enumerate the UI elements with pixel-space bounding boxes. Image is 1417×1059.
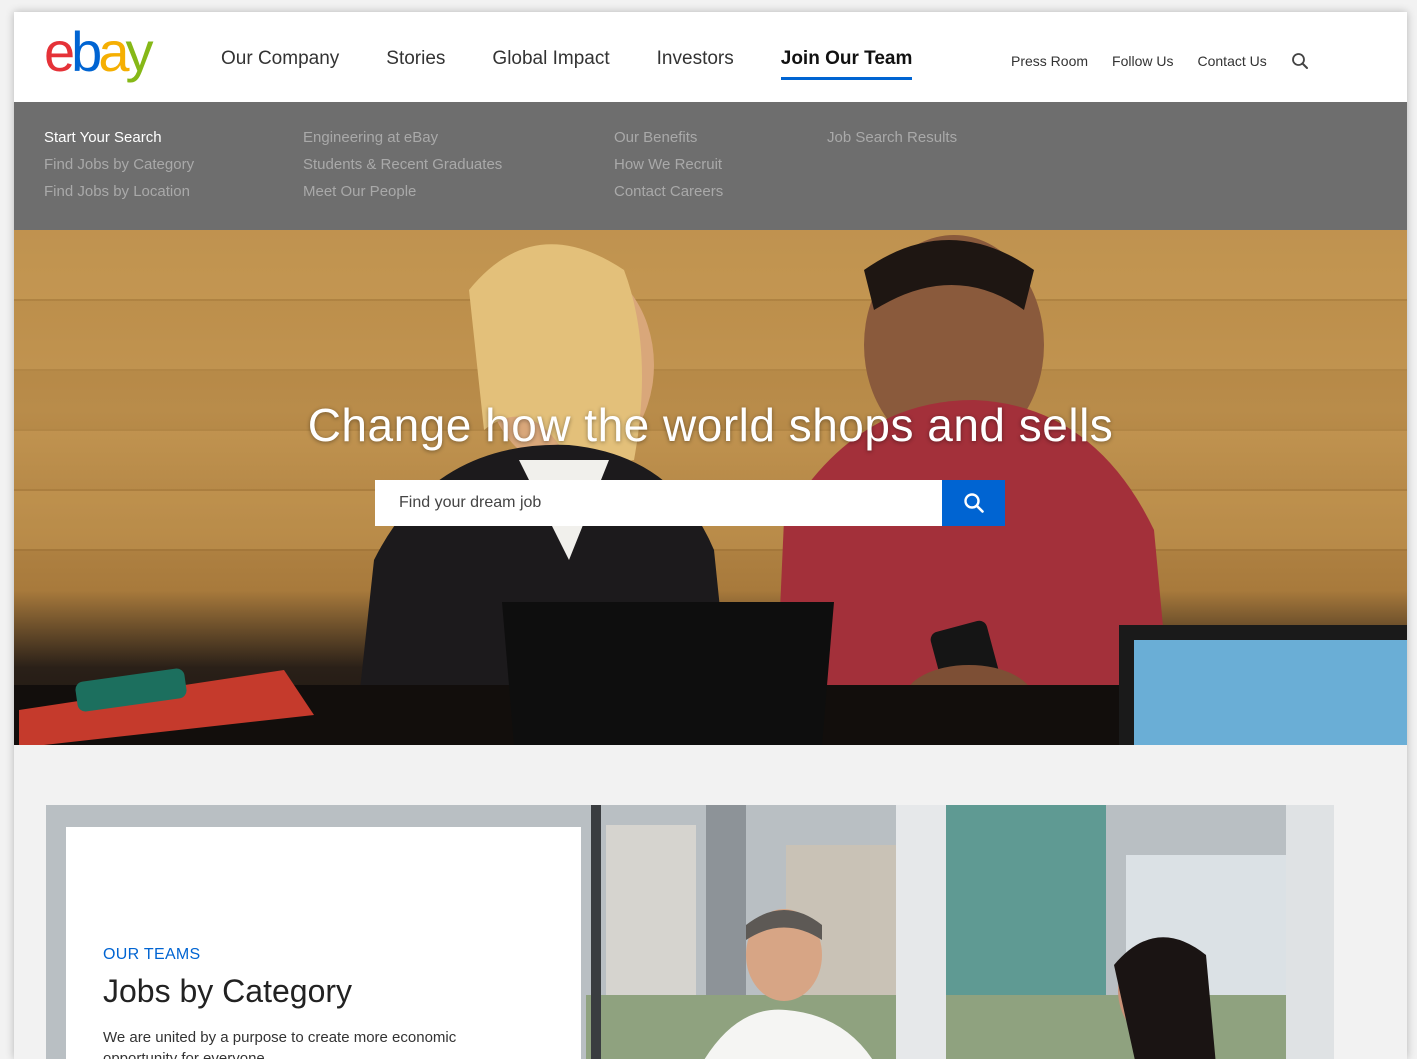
submenu-meet-our-people[interactable]: Meet Our People (303, 178, 502, 205)
nav-global-impact[interactable]: Global Impact (492, 48, 609, 70)
submenu-our-benefits[interactable]: Our Benefits (614, 124, 723, 151)
job-search-button[interactable] (942, 480, 1005, 526)
submenu-students-graduates[interactable]: Students & Recent Graduates (303, 151, 502, 178)
search-icon (963, 493, 984, 513)
teams-description: We are united by a purpose to create mor… (103, 1029, 457, 1059)
hero-title: Change how the world shops and sells (307, 399, 1114, 451)
nav-our-company[interactable]: Our Company (221, 48, 339, 70)
contact-us-link[interactable]: Contact Us (1198, 53, 1267, 69)
search-icon[interactable] (1291, 52, 1309, 70)
top-navigation: ebay Our Company Stories Global Impact I… (14, 12, 1407, 102)
job-search-input[interactable] (375, 480, 942, 526)
ebay-logo[interactable]: ebay (44, 22, 153, 82)
submenu-column-search: Start Your Search Find Jobs by Category … (44, 124, 194, 205)
submenu-column-results: Job Search Results (827, 124, 957, 151)
submenu-find-jobs-category[interactable]: Find Jobs by Category (44, 151, 194, 178)
press-room-link[interactable]: Press Room (1011, 53, 1088, 69)
nav-investors[interactable]: Investors (657, 48, 734, 70)
submenu-job-search-results[interactable]: Job Search Results (827, 124, 957, 151)
submenu-start-your-search[interactable]: Start Your Search (44, 124, 194, 151)
submenu-engineering[interactable]: Engineering at eBay (303, 124, 502, 151)
job-search-bar (375, 480, 1005, 526)
utility-nav: Press Room Follow Us Contact Us (1011, 52, 1309, 70)
submenu-column-programs: Engineering at eBay Students & Recent Gr… (303, 124, 502, 205)
hero-banner: Change how the world shops and sells (14, 230, 1407, 745)
teams-section: OUR TEAMS Jobs by Category We are united… (46, 805, 1334, 1059)
careers-page: ebay Our Company Stories Global Impact I… (14, 12, 1407, 1059)
submenu-column-benefits: Our Benefits How We Recruit Contact Care… (614, 124, 723, 205)
submenu-contact-careers[interactable]: Contact Careers (614, 178, 723, 205)
teams-card: OUR TEAMS Jobs by Category We are united… (66, 827, 581, 1059)
main-nav: Our Company Stories Global Impact Invest… (221, 48, 959, 80)
join-team-submenu: Start Your Search Find Jobs by Category … (14, 102, 1407, 230)
teams-eyebrow: OUR TEAMS (103, 946, 201, 963)
submenu-find-jobs-location[interactable]: Find Jobs by Location (44, 178, 194, 205)
teams-title: Jobs by Category (103, 973, 353, 1009)
nav-join-our-team[interactable]: Join Our Team (780, 48, 912, 80)
submenu-how-we-recruit[interactable]: How We Recruit (614, 151, 723, 178)
nav-stories[interactable]: Stories (386, 48, 445, 70)
follow-us-link[interactable]: Follow Us (1112, 53, 1173, 69)
